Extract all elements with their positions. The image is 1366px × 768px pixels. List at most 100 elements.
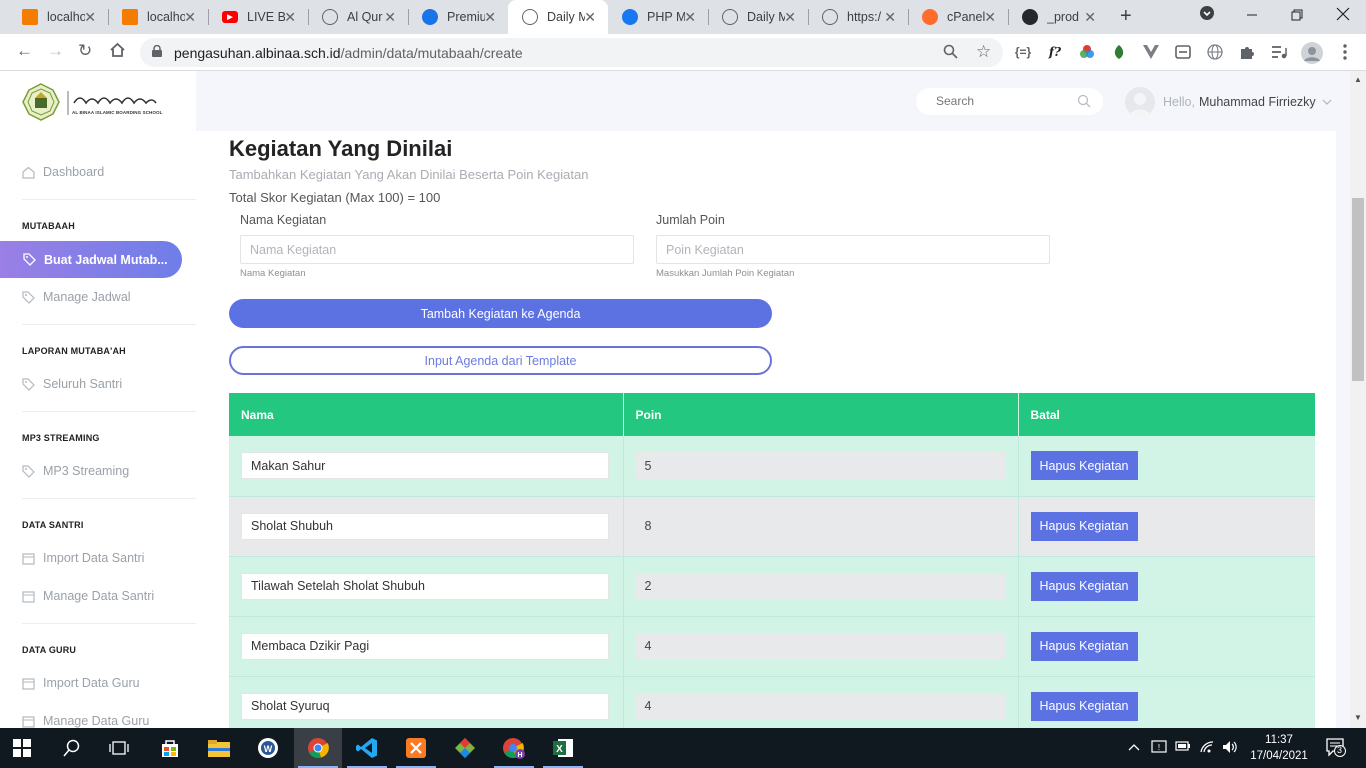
address-bar[interactable]: pengasuhan.albinaa.sch.id/admin/data/mut… xyxy=(140,38,1003,67)
nama-field[interactable]: Sholat Syuruq xyxy=(241,692,609,720)
page-scrollbar[interactable]: ▲ ▼ xyxy=(1350,71,1366,728)
home-icon[interactable] xyxy=(109,42,126,63)
browser-tab[interactable]: PHP M ✕ xyxy=(608,0,708,34)
media-control-icon[interactable] xyxy=(1270,43,1288,61)
avatar xyxy=(1125,87,1155,117)
puzzle-extensions-icon[interactable] xyxy=(1238,43,1256,61)
tab-close-icon[interactable]: ✕ xyxy=(384,9,396,26)
screen-extension-icon[interactable] xyxy=(1174,43,1192,61)
browser-tab[interactable]: Daily M ✕ xyxy=(508,0,608,34)
file-explorer-icon[interactable] xyxy=(207,736,231,760)
hapus-kegiatan-button[interactable]: Hapus Kegiatan xyxy=(1030,451,1138,481)
bookmark-star-icon[interactable]: ☆ xyxy=(976,42,991,62)
nama-field[interactable]: Makan Sahur xyxy=(241,452,609,480)
tab-close-icon[interactable]: ✕ xyxy=(1084,9,1096,26)
scroll-down-icon[interactable]: ▼ xyxy=(1354,713,1362,722)
browser-tab[interactable]: Premiu ✕ xyxy=(408,0,508,34)
browser-tab[interactable]: https:/✕ xyxy=(808,0,908,34)
wifi-icon[interactable] xyxy=(1199,740,1215,757)
sidebar-item-mp3-streaming[interactable]: MP3 Streaming xyxy=(22,464,129,478)
back-icon[interactable]: ← xyxy=(16,41,33,61)
nama-field[interactable]: Tilawah Setelah Sholat Shubuh xyxy=(241,572,609,600)
sidebar-item-manage-jadwal[interactable]: Manage Jadwal xyxy=(22,290,131,304)
tab-close-icon[interactable]: ✕ xyxy=(184,9,196,26)
chrome-profile-icon[interactable]: H xyxy=(502,736,526,760)
sidebar-item-seluruh-santri[interactable]: Seluruh Santri xyxy=(22,377,122,391)
sidebar-item-manage-santri[interactable]: Manage Data Santri xyxy=(22,589,154,603)
store-icon[interactable] xyxy=(158,736,182,760)
sidebar-item-import-santri[interactable]: Import Data Santri xyxy=(22,551,144,565)
input-template-button[interactable]: Input Agenda dari Template xyxy=(229,346,772,375)
color-extension-icon[interactable] xyxy=(1078,43,1096,61)
browser-tab[interactable]: cPanel ✕ xyxy=(908,0,1008,34)
tray-device-icon[interactable]: ! xyxy=(1151,739,1167,758)
nama-kegiatan-input[interactable] xyxy=(240,235,634,264)
tab-close-icon[interactable]: ✕ xyxy=(984,9,996,26)
browser-tab[interactable]: Daily M ✕ xyxy=(708,0,808,34)
batal-cell: Hapus Kegiatan xyxy=(1018,496,1315,557)
hapus-kegiatan-button[interactable]: Hapus Kegiatan xyxy=(1030,571,1138,601)
zoom-icon[interactable] xyxy=(943,44,958,63)
browser-tab[interactable]: Al Qur ✕ xyxy=(308,0,408,34)
sidebar-item-import-guru[interactable]: Import Data Guru xyxy=(22,676,140,690)
tray-chevron-up-icon[interactable] xyxy=(1128,740,1140,754)
browser-tab[interactable]: localho ✕ xyxy=(108,0,208,34)
notification-center-icon[interactable]: 3 xyxy=(1325,737,1347,760)
tag-icon xyxy=(22,377,35,391)
system-clock[interactable]: 11:37 17/04/2021 xyxy=(1247,732,1311,764)
git-icon[interactable] xyxy=(453,736,477,760)
tambah-kegiatan-button[interactable]: Tambah Kegiatan ke Agenda xyxy=(229,299,772,328)
new-tab-button[interactable]: + xyxy=(1120,5,1132,28)
school-logo[interactable]: AL BINAA ISLAMIC BOARDING SCHOOL xyxy=(22,83,172,126)
table-header-row: Nama Poin Batal xyxy=(229,393,1315,436)
globe-extension-icon[interactable] xyxy=(1206,43,1224,61)
tab-close-icon[interactable]: ✕ xyxy=(684,9,696,26)
word-app-icon[interactable]: W xyxy=(256,736,280,760)
task-view-icon[interactable] xyxy=(107,736,131,760)
taskbar-search-icon[interactable] xyxy=(60,736,84,760)
windows-start-icon[interactable] xyxy=(10,736,34,760)
browser-tab[interactable]: ▶ LIVE Bi ✕ xyxy=(208,0,308,34)
close-window-button[interactable] xyxy=(1336,7,1350,24)
hapus-kegiatan-button[interactable]: Hapus Kegiatan xyxy=(1030,631,1138,661)
browser-tab[interactable]: localho ✕ xyxy=(8,0,108,34)
tab-close-icon[interactable]: ✕ xyxy=(284,9,296,26)
search-icon[interactable] xyxy=(1077,94,1091,108)
tab-search-icon[interactable] xyxy=(1200,6,1214,23)
json-extension-icon[interactable]: {=} xyxy=(1014,43,1032,61)
sidebar-item-buat-jadwal[interactable]: Buat Jadwal Mutab... xyxy=(0,241,182,278)
restore-button[interactable] xyxy=(1291,8,1303,24)
browser-menu-icon[interactable] xyxy=(1336,43,1354,61)
scroll-thumb[interactable] xyxy=(1352,198,1364,381)
user-menu[interactable]: Hello, Muhammad Firriezky xyxy=(1125,87,1332,117)
vue-extension-icon[interactable] xyxy=(1142,43,1160,61)
minimize-button[interactable] xyxy=(1246,8,1258,24)
vscode-icon[interactable] xyxy=(355,736,379,760)
forward-icon[interactable]: → xyxy=(47,41,64,61)
hapus-kegiatan-button[interactable]: Hapus Kegiatan xyxy=(1030,691,1138,721)
search-input[interactable] xyxy=(936,94,1066,108)
hapus-kegiatan-button[interactable]: Hapus Kegiatan xyxy=(1030,511,1138,541)
tab-close-icon[interactable]: ✕ xyxy=(84,9,96,26)
reload-icon[interactable]: ↻ xyxy=(78,41,92,61)
excel-icon[interactable]: X xyxy=(551,736,575,760)
tab-close-icon[interactable]: ✕ xyxy=(484,9,496,26)
scroll-up-icon[interactable]: ▲ xyxy=(1354,75,1362,84)
tab-close-icon[interactable]: ✕ xyxy=(584,9,596,26)
tab-close-icon[interactable]: ✕ xyxy=(784,9,796,26)
chrome-icon[interactable] xyxy=(306,736,330,760)
font-extension-icon[interactable]: f? xyxy=(1046,43,1064,61)
calendar-icon xyxy=(22,552,35,565)
xampp-icon[interactable] xyxy=(404,736,428,760)
sidebar-item-dashboard[interactable]: Dashboard xyxy=(22,165,104,179)
battery-icon[interactable] xyxy=(1175,740,1191,755)
poin-kegiatan-input[interactable] xyxy=(656,235,1050,264)
nama-field[interactable]: Membaca Dzikir Pagi xyxy=(241,632,609,660)
nama-field[interactable]: Sholat Shubuh xyxy=(241,512,609,540)
sidebar-item-manage-guru[interactable]: Manage Data Guru xyxy=(22,714,149,728)
leaf-extension-icon[interactable] xyxy=(1110,43,1128,61)
profile-avatar-icon[interactable] xyxy=(1300,41,1324,65)
tab-close-icon[interactable]: ✕ xyxy=(884,9,896,26)
volume-icon[interactable] xyxy=(1222,740,1238,757)
browser-tab[interactable]: _prod ✕ xyxy=(1008,0,1108,34)
